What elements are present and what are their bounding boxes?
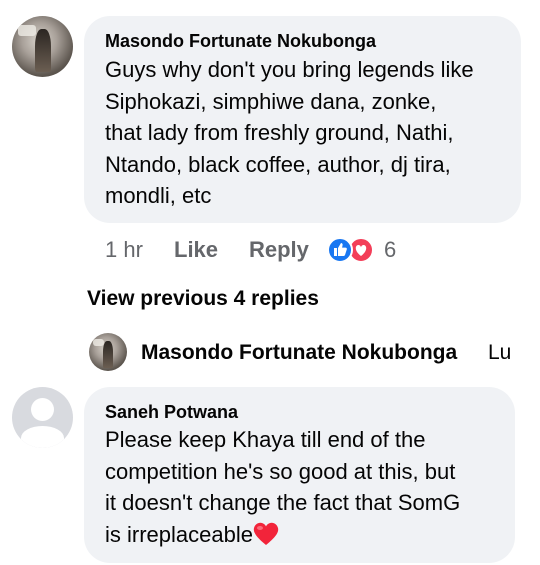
avatar-masondo-small[interactable] <box>89 333 127 371</box>
comment-bubble-2: Saneh Potwana Please keep Khaya till end… <box>84 387 515 563</box>
like-icon <box>327 237 353 263</box>
comment-timestamp[interactable]: 1 hr <box>105 237 143 263</box>
comment-text-line: Ntando, black coffee, author, dj tira, <box>105 151 451 177</box>
comment-text-last: is irreplaceable <box>105 521 253 547</box>
reply-button[interactable]: Reply <box>249 237 309 263</box>
view-previous-replies-link[interactable]: View previous 4 replies <box>87 287 319 311</box>
comment-author[interactable]: Masondo Fortunate Nokubonga <box>105 31 376 52</box>
avatar-saneh[interactable] <box>12 387 73 448</box>
comment-bubble-1: Masondo Fortunate Nokubonga Guys why don… <box>84 16 521 223</box>
comment-text-line: competition he's so good at this, but <box>105 458 456 484</box>
reactions-summary[interactable] <box>326 236 376 264</box>
avatar-photo-highlight <box>92 338 105 346</box>
reply-preview-snippet[interactable]: Lu <box>488 341 510 365</box>
comment-text-line: Please keep Khaya till end of the <box>105 427 426 452</box>
comment-text-line: Siphokazi, simphiwe dana, zonke, <box>105 88 437 114</box>
reply-preview-author[interactable]: Masondo Fortunate Nokubonga <box>141 341 457 365</box>
avatar-photo-figure <box>35 29 52 73</box>
comment-text-line: is irreplaceable <box>105 519 279 551</box>
avatar-masondo[interactable] <box>12 16 73 77</box>
avatar-photo-highlight <box>18 25 37 37</box>
comment-author[interactable]: Saneh Potwana <box>105 402 238 423</box>
avatar-photo-figure <box>103 341 114 368</box>
comment-text-line: mondli, etc <box>105 183 212 208</box>
heart-emoji <box>253 522 279 546</box>
default-avatar-head <box>30 397 55 422</box>
comment-text-line: that lady from freshly ground, Nathi, <box>105 120 454 145</box>
default-avatar-shoulders <box>20 426 65 448</box>
comment-text-line: Guys why don't you bring legends like <box>105 57 474 82</box>
reaction-count[interactable]: 6 <box>384 237 396 263</box>
like-button[interactable]: Like <box>174 237 218 263</box>
comment-text-line: it doesn't change the fact that SomG <box>105 490 461 515</box>
